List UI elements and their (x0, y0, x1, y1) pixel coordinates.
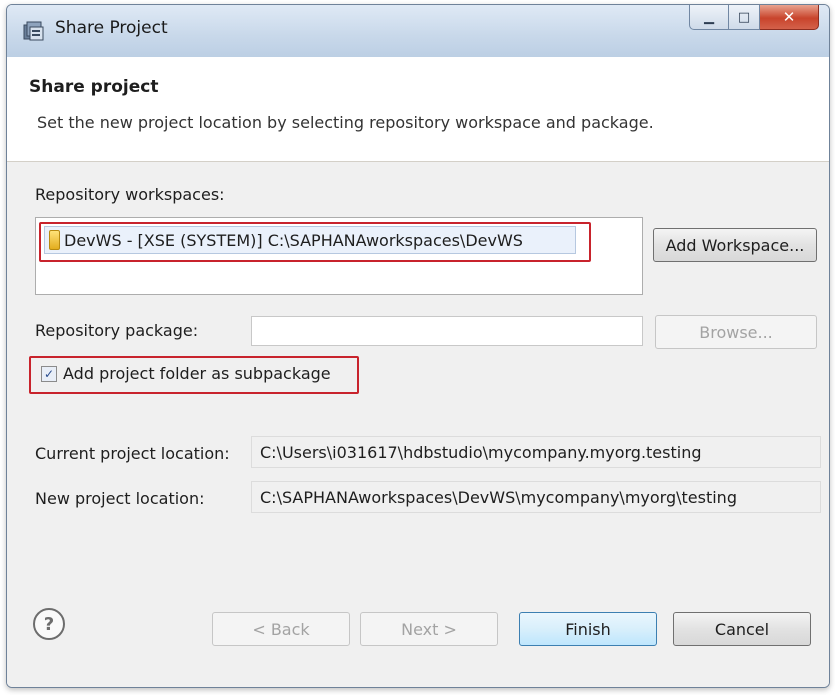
help-glyph: ? (43, 613, 55, 635)
workspace-icon (49, 230, 60, 250)
subpackage-label[interactable]: Add project folder as subpackage (63, 364, 331, 383)
page-title: Share project (29, 77, 159, 97)
wizard-content: Repository workspaces: DevWS - [XSE (SYS… (7, 162, 829, 586)
close-icon: ✕ (782, 8, 796, 26)
browse-button[interactable]: Browse... (655, 315, 817, 349)
current-location-label: Current project location: (35, 444, 230, 463)
maximize-button[interactable]: □ (729, 5, 760, 30)
subpackage-checkbox[interactable]: ✓ (41, 365, 57, 382)
window-title: Share Project (55, 18, 168, 38)
back-button[interactable]: < Back (212, 612, 350, 646)
finish-button[interactable]: Finish (519, 612, 657, 646)
window-controls: ▁ □ ✕ (689, 5, 819, 31)
close-button[interactable]: ✕ (760, 5, 819, 30)
repository-workspaces-list[interactable]: DevWS - [XSE (SYSTEM)] C:\SAPHANAworkspa… (35, 217, 643, 295)
title-bar[interactable]: Share Project ▁ □ ✕ (7, 5, 829, 57)
repository-workspaces-label: Repository workspaces: (35, 185, 225, 204)
wizard-footer: ? < Back Next > Finish Cancel (7, 586, 829, 687)
list-item[interactable]: DevWS - [XSE (SYSTEM)] C:\SAPHANAworkspa… (44, 226, 576, 254)
minimize-button[interactable]: ▁ (689, 5, 729, 30)
repository-package-label: Repository package: (35, 321, 199, 340)
minimize-icon: ▁ (704, 9, 714, 25)
cancel-button[interactable]: Cancel (673, 612, 811, 646)
help-icon[interactable]: ? (33, 608, 65, 640)
next-button[interactable]: Next > (360, 612, 498, 646)
current-location-field: C:\Users\i031617\hdbstudio\mycompany.myo… (251, 436, 821, 468)
repository-package-input[interactable] (251, 316, 643, 346)
share-project-icon (23, 21, 44, 41)
maximize-icon: □ (737, 9, 751, 25)
workspace-item-label: DevWS - [XSE (SYSTEM)] C:\SAPHANAworkspa… (64, 230, 523, 250)
checkmark-icon: ✓ (43, 366, 55, 381)
page-description: Set the new project location by selectin… (37, 113, 654, 132)
add-workspace-button[interactable]: Add Workspace... (653, 228, 817, 262)
wizard-header: Share project Set the new project locati… (7, 57, 829, 162)
share-project-dialog: Share Project ▁ □ ✕ Share project Set th… (6, 4, 830, 688)
new-location-field: C:\SAPHANAworkspaces\DevWS\mycompany\myo… (251, 481, 821, 513)
new-location-label: New project location: (35, 489, 205, 508)
subpackage-option[interactable]: ✓ Add project folder as subpackage (41, 364, 331, 383)
